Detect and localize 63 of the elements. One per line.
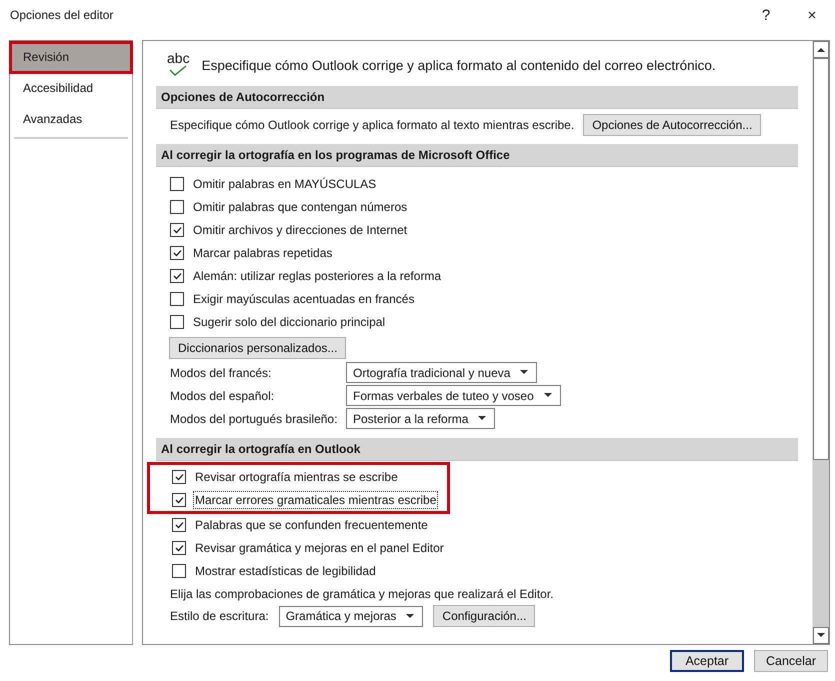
checkbox-label[interactable]: Alemán: utilizar reglas posteriores a la reforma: [191, 266, 444, 284]
checkbox-label[interactable]: Omitir archivos y direcciones de Internet: [191, 220, 410, 238]
window-title: Opciones del editor: [10, 8, 114, 22]
checkbox[interactable]: [170, 268, 184, 282]
section-heading: Al corregir la ortografía en los programas de Microsoft Office: [156, 144, 798, 167]
checkbox-label[interactable]: Marcar errores gramaticales mientras escribe: [193, 490, 438, 508]
caret-icon: [478, 416, 486, 421]
sidebar-item[interactable]: Revisión: [10, 42, 132, 73]
settings-button[interactable]: Configuración...: [433, 605, 536, 627]
accept-button[interactable]: Aceptar: [670, 650, 744, 672]
writing-style-label: Estilo de escritura:: [170, 609, 269, 623]
checkbox-label[interactable]: Mostrar estadísticas de legibilidad: [193, 562, 378, 580]
checkbox-label[interactable]: Omitir palabras que contengan números: [191, 198, 410, 216]
mode-dropdown[interactable]: Ortografía tradicional y nueva: [346, 362, 538, 383]
mode-label: Modos del portugués brasileño:: [170, 412, 338, 426]
help-button[interactable]: ?: [743, 0, 789, 30]
check-icon: [174, 544, 184, 552]
checkbox[interactable]: [172, 564, 186, 578]
mode-dropdown[interactable]: Posterior a la reforma: [346, 408, 496, 429]
checkbox[interactable]: [172, 518, 186, 532]
intro-text: Especifique cómo Outlook corrige y aplica formato al contenido del correo electrónico.: [202, 56, 716, 72]
checkbox[interactable]: [170, 200, 184, 214]
checkbox[interactable]: [170, 314, 184, 328]
checkbox-label[interactable]: Omitir palabras en MAYÚSCULAS: [191, 174, 378, 192]
checkbox[interactable]: [170, 222, 184, 236]
checkbox-label[interactable]: Revisar ortografía mientras se escribe: [193, 468, 400, 486]
mode-label: Modos del francés:: [170, 366, 272, 380]
check-icon: [174, 520, 184, 528]
mode-dropdown[interactable]: Formas verbales de tuteo y voseo: [346, 385, 561, 406]
custom-dictionaries-button[interactable]: Diccionarios personalizados...: [169, 337, 346, 359]
sidebar-item[interactable]: Avanzadas: [10, 104, 132, 135]
check-icon: [174, 496, 184, 504]
mode-label: Modos del español:: [170, 388, 276, 402]
autocorrect-description: Especifique cómo Outlook corrige y aplica formato al texto mientras escribe.: [170, 118, 574, 132]
cancel-button[interactable]: Cancelar: [754, 650, 828, 672]
checkbox[interactable]: [172, 540, 186, 554]
autocorrect-options-button[interactable]: Opciones de Autocorrección...: [583, 114, 762, 136]
check-icon: [174, 472, 184, 480]
sidebar-item[interactable]: Accesibilidad: [10, 73, 132, 104]
scrollbar[interactable]: [812, 41, 829, 644]
section-heading: Opciones de Autocorrección: [156, 86, 798, 109]
checkbox-label[interactable]: Revisar gramática y mejoras en el panel Editor: [193, 538, 446, 556]
checkbox-label[interactable]: Exigir mayúsculas acentuadas en francés: [191, 290, 416, 308]
caret-icon: [520, 370, 528, 375]
check-icon: [172, 248, 182, 256]
checkbox[interactable]: [172, 492, 186, 506]
checkbox-label[interactable]: Marcar palabras repetidas: [191, 244, 334, 262]
checkbox[interactable]: [170, 292, 184, 306]
checkbox[interactable]: [170, 176, 184, 190]
scroll-up-icon[interactable]: [817, 47, 825, 52]
scroll-down-icon[interactable]: [817, 633, 825, 638]
check-icon: [172, 226, 182, 234]
checkbox-label[interactable]: Sugerir solo del diccionario principal: [191, 312, 388, 330]
checkbox[interactable]: [172, 470, 186, 484]
caret-icon: [544, 393, 552, 398]
section-heading: Al corregir la ortografía en Outlook: [156, 438, 798, 461]
grammar-note: Elija las comprobaciones de gramática y mejoras que realizará el Editor.: [169, 586, 555, 603]
writing-style-dropdown[interactable]: Gramática y mejoras: [278, 606, 424, 626]
checkbox[interactable]: [170, 246, 184, 260]
close-button[interactable]: ×: [789, 0, 835, 30]
caret-icon: [406, 614, 414, 618]
checkbox-label[interactable]: Palabras que se confunden frecuentemente: [193, 516, 430, 534]
check-icon: [172, 272, 182, 280]
